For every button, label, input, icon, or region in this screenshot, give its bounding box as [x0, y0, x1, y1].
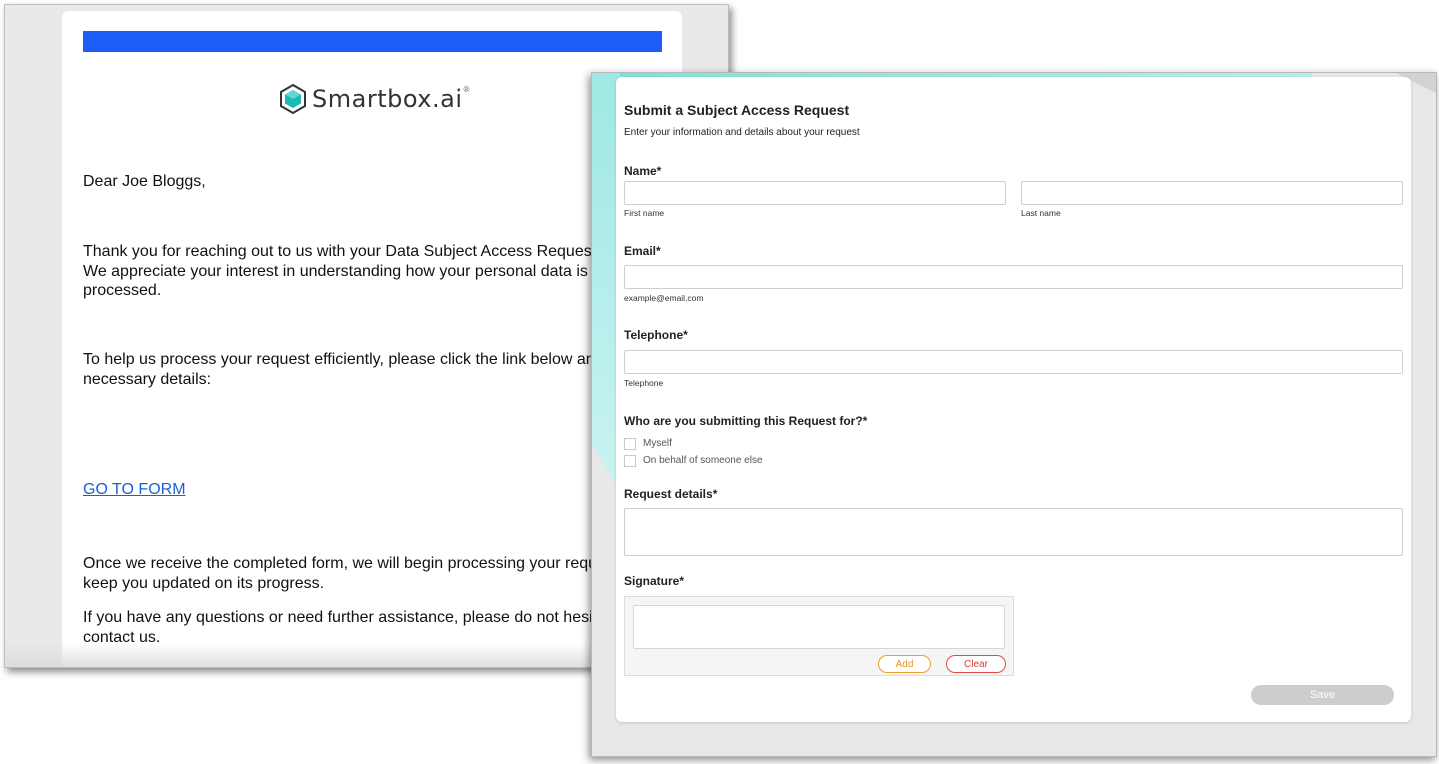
- first-name-hint: First name: [624, 208, 665, 218]
- form-subtitle: Enter your information and details about…: [624, 127, 860, 138]
- name-label: Name*: [624, 164, 662, 178]
- on-behalf-checkbox[interactable]: [624, 454, 636, 467]
- myself-checkbox[interactable]: [624, 437, 636, 450]
- smartbox-logo: Smartbox.ai ®: [278, 83, 469, 115]
- form-window: Submit a Subject Access Request Enter yo…: [591, 72, 1437, 757]
- email-body: Smartbox.ai ® Dear Joe Bloggs, Thank you…: [62, 11, 682, 667]
- telephone-input[interactable]: [624, 350, 1403, 374]
- form-title: Submit a Subject Access Request: [624, 102, 850, 118]
- go-to-form-link[interactable]: GO TO FORM: [83, 481, 186, 499]
- on-behalf-label: On behalf of someone else: [643, 455, 763, 466]
- signature-add-button[interactable]: Add: [878, 655, 931, 673]
- sar-form: Submit a Subject Access Request Enter yo…: [616, 77, 1411, 722]
- save-button[interactable]: Save: [1251, 685, 1394, 705]
- request-details-label: Request details*: [624, 487, 718, 501]
- logo-text: Smartbox.ai: [312, 85, 463, 113]
- last-name-input[interactable]: [1021, 181, 1403, 205]
- hexagon-logo-icon: [280, 83, 306, 115]
- telephone-label: Telephone*: [624, 328, 688, 342]
- request-details-textarea[interactable]: [624, 508, 1403, 556]
- email-hint: example@email.com: [624, 293, 704, 303]
- who-label: Who are you submitting this Request for?…: [624, 414, 868, 428]
- option-myself[interactable]: Myself: [624, 437, 672, 450]
- signature-pad[interactable]: [633, 605, 1005, 649]
- logo-registered-mark: ®: [463, 85, 470, 94]
- myself-label: Myself: [643, 438, 672, 449]
- email-input[interactable]: [624, 265, 1403, 289]
- signature-box: Add Clear: [624, 596, 1014, 676]
- signature-clear-button[interactable]: Clear: [946, 655, 1006, 673]
- signature-label: Signature*: [624, 574, 685, 588]
- last-name-hint: Last name: [1021, 208, 1061, 218]
- first-name-input[interactable]: [624, 181, 1006, 205]
- option-on-behalf[interactable]: On behalf of someone else: [624, 454, 763, 467]
- email-brand-bar: [83, 31, 662, 52]
- email-label: Email*: [624, 244, 661, 258]
- telephone-hint: Telephone: [624, 378, 664, 388]
